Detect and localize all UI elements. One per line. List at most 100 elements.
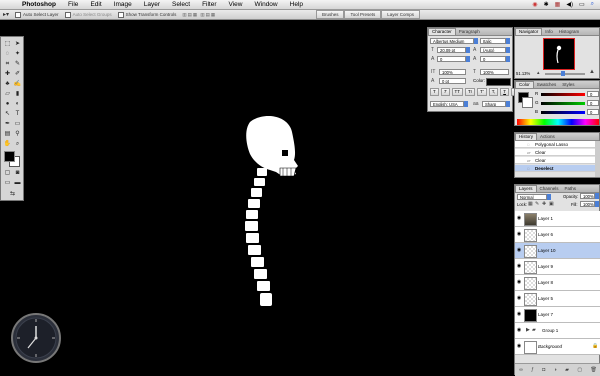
channel-g-field[interactable]: 0 (587, 100, 599, 106)
kerning-field[interactable]: 0 (437, 56, 466, 62)
brush-tool-icon[interactable]: ✐ (13, 70, 22, 79)
flag-icon[interactable]: ▦ (555, 1, 561, 8)
subscript-button[interactable]: T, (488, 88, 499, 96)
fill-dropdown-icon[interactable] (595, 201, 599, 207)
tab-actions[interactable]: Actions (537, 134, 558, 140)
tab-styles[interactable]: Styles (559, 82, 577, 88)
pen-tool-icon[interactable]: ✒ (3, 120, 12, 129)
screen-mode-standard-icon[interactable]: ▭ (3, 179, 12, 188)
visibility-eye-icon[interactable]: ◉ (516, 327, 522, 333)
opacity-field[interactable]: 100% (580, 193, 595, 199)
well-tab-tool-presets[interactable]: Tool Presets (344, 10, 382, 19)
healing-brush-tool-icon[interactable]: ✚ (3, 70, 12, 79)
checkbox-icon[interactable] (117, 11, 124, 18)
eraser-tool-icon[interactable]: ▱ (3, 90, 12, 99)
auto-select-layer-option[interactable]: Auto Select Layer (15, 11, 59, 18)
lock-image-icon[interactable]: ✎ (535, 201, 539, 207)
history-scrollbar[interactable] (595, 141, 600, 177)
zoom-slider[interactable] (545, 73, 585, 75)
menu-image[interactable]: Image (108, 1, 138, 8)
gradient-tool-icon[interactable]: ▮ (13, 90, 22, 99)
bluetooth-icon[interactable]: ✱ (544, 1, 549, 8)
layer-row[interactable]: ◉ Layer 5 (515, 291, 600, 307)
layer-row[interactable]: ◉ Layer 8 (515, 275, 600, 291)
zoom-in-icon[interactable]: ▲ (589, 69, 595, 75)
menu-filter[interactable]: Filter (196, 1, 222, 8)
menu-view[interactable]: View (223, 1, 249, 8)
tab-paragraph[interactable]: Paragraph (456, 29, 483, 35)
channel-b-field[interactable]: 0 (587, 109, 599, 115)
dodge-tool-icon[interactable]: ◐ (13, 100, 22, 109)
layer-row[interactable]: ◉ Layer 6 (515, 227, 600, 243)
tab-navigator[interactable]: Navigator (515, 28, 543, 35)
blend-mode-field[interactable]: Normal (517, 194, 547, 200)
lock-position-icon[interactable]: ✚ (542, 201, 546, 207)
expand-triangle-icon[interactable]: ▶ (526, 327, 530, 333)
tab-layers[interactable]: Layers (515, 185, 537, 192)
baseline-shift-field[interactable]: 0 pt (439, 78, 466, 84)
tracking-field[interactable]: 0 (480, 56, 506, 62)
vertical-scale-field[interactable]: 100% (439, 69, 466, 75)
leading-field[interactable]: (Auto) (480, 47, 506, 53)
layer-name[interactable]: Group 1 (542, 328, 558, 333)
all-caps-button[interactable]: TT (451, 88, 463, 96)
color-panel-background-swatch[interactable] (522, 97, 533, 108)
tab-swatches[interactable]: Swatches (534, 82, 560, 88)
anti-alias-field[interactable]: Sharp (482, 101, 506, 107)
link-layers-icon[interactable]: ∞ (519, 367, 523, 373)
visibility-eye-icon[interactable]: ◉ (516, 247, 522, 253)
visibility-eye-icon[interactable]: ◉ (516, 311, 522, 317)
font-style-dropdown-icon[interactable] (506, 38, 510, 44)
align-buttons[interactable]: ▥▤▦ ▥▤▦ (182, 12, 216, 18)
visibility-eye-icon[interactable]: ◉ (516, 279, 522, 285)
show-transform-controls-option[interactable]: Show Transform Controls (117, 11, 176, 18)
layer-name[interactable]: Layer 1 (538, 216, 553, 221)
faux-bold-button[interactable]: T (430, 88, 439, 96)
visibility-eye-icon[interactable]: ◉ (516, 231, 522, 237)
font-size-field[interactable]: 20.09 pt (437, 47, 466, 53)
layer-name[interactable]: Layer 7 (538, 312, 553, 317)
history-item-selected[interactable]: ◌ Deselect (515, 165, 600, 172)
layer-name[interactable]: Background (538, 344, 562, 349)
marquee-tool-icon[interactable]: ⬚ (3, 40, 12, 49)
crop-tool-icon[interactable]: ⌗ (3, 60, 12, 69)
blur-tool-icon[interactable]: ● (3, 100, 12, 109)
delete-layer-icon[interactable]: 🗑 (590, 367, 596, 373)
channel-b-slider[interactable] (541, 111, 585, 114)
quick-mask-mode-icon[interactable]: ◙ (13, 169, 22, 178)
horizontal-scale-field[interactable]: 100% (480, 69, 509, 75)
notes-tool-icon[interactable]: ▤ (3, 130, 12, 139)
new-group-icon[interactable]: ▰ (565, 367, 569, 373)
zoom-tool-icon[interactable]: ⌕ (13, 140, 22, 149)
foreground-color-swatch-top[interactable] (4, 151, 15, 162)
tab-history[interactable]: History (515, 133, 538, 140)
language-dropdown-icon[interactable] (464, 101, 468, 107)
font-family-dropdown-icon[interactable] (474, 38, 478, 44)
layer-row[interactable]: ◉ Background 🔒 (515, 339, 600, 355)
tab-color[interactable]: Color (515, 81, 534, 88)
layer-name[interactable]: Layer 6 (538, 232, 553, 237)
clone-stamp-tool-icon[interactable]: ♣ (3, 80, 12, 89)
history-item[interactable]: ◌ Polygonal Lasso (515, 141, 600, 148)
text-color-swatch[interactable] (486, 78, 511, 86)
layer-name[interactable]: Layer 10 (538, 248, 556, 253)
kerning-dropdown-icon[interactable] (466, 56, 470, 62)
app-menu[interactable]: Photoshop (16, 1, 62, 8)
layer-name[interactable]: Layer 8 (538, 280, 553, 285)
eyedropper-tool-icon[interactable]: ⚲ (13, 130, 22, 139)
tab-character[interactable]: Character (428, 28, 456, 35)
adjustment-layer-icon[interactable]: ◑ (554, 367, 557, 373)
new-layer-icon[interactable]: ▢ (577, 367, 582, 373)
add-mask-icon[interactable]: ◘ (542, 367, 545, 373)
tab-info[interactable]: Info (542, 29, 556, 35)
document-canvas-artwork[interactable] (210, 110, 320, 310)
menu-file[interactable]: File (62, 1, 84, 8)
history-item[interactable]: ▱ Clear (515, 149, 600, 156)
visibility-eye-icon[interactable]: ◉ (516, 215, 522, 221)
visibility-eye-icon[interactable]: ◉ (516, 263, 522, 269)
menu-help[interactable]: Help (284, 1, 309, 8)
zoom-slider-thumb[interactable] (561, 71, 565, 76)
history-item[interactable]: ▱ Clear (515, 157, 600, 164)
font-style-field[interactable]: Italic (480, 38, 506, 44)
battery-icon[interactable]: ▭ (579, 1, 585, 8)
